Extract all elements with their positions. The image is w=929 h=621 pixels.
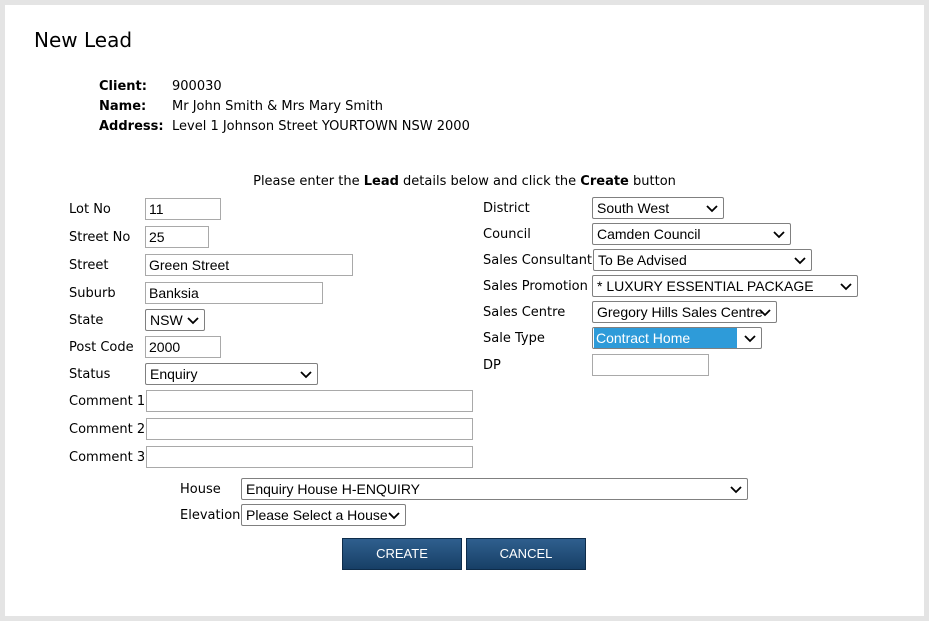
state-label: State (69, 313, 104, 328)
dp-input[interactable] (592, 354, 709, 376)
chevron-down-icon (730, 486, 742, 494)
suburb-input[interactable]: Banksia (145, 282, 323, 304)
sales-consultant-select[interactable]: To Be Advised (593, 249, 812, 271)
chevron-down-icon (744, 335, 756, 343)
suburb-label: Suburb (69, 286, 116, 301)
instructions-text: Please enter the Lead details below and … (253, 174, 676, 189)
chevron-down-icon (759, 309, 771, 317)
street-input[interactable]: Green Street (145, 254, 353, 276)
state-select[interactable]: NSW (145, 309, 205, 331)
sales-consultant-label: Sales Consultant (483, 253, 593, 268)
client-label: Client: (99, 79, 147, 94)
street-no-label: Street No (69, 230, 131, 245)
lot-no-label: Lot No (69, 202, 111, 217)
sales-centre-select[interactable]: Gregory Hills Sales Centre (592, 301, 777, 323)
chevron-down-icon (794, 257, 806, 265)
comment-3-label: Comment 3 (69, 450, 146, 465)
name-label: Name: (99, 99, 147, 114)
district-select[interactable]: South West (592, 197, 724, 219)
status-select[interactable]: Enquiry (145, 363, 318, 385)
street-label: Street (69, 258, 109, 273)
name-value: Mr John Smith & Mrs Mary Smith (172, 99, 384, 114)
sales-promotion-select[interactable]: * LUXURY ESSENTIAL PACKAGE (592, 275, 858, 297)
cancel-button[interactable]: CANCEL (466, 538, 586, 570)
address-value: Level 1 Johnson Street YOURTOWN NSW 2000 (172, 119, 470, 134)
chevron-down-icon (706, 205, 718, 213)
post-code-input[interactable]: 2000 (145, 336, 221, 358)
chevron-down-icon (187, 317, 199, 325)
chevron-down-icon (840, 283, 852, 291)
page-title: New Lead (34, 28, 133, 52)
sale-type-label: Sale Type (483, 331, 545, 346)
chevron-down-icon (300, 371, 312, 379)
comment-3-input[interactable] (146, 446, 473, 468)
comment-1-input[interactable] (146, 390, 473, 412)
dialog-panel (5, 5, 924, 616)
house-select[interactable]: Enquiry House H-ENQUIRY (241, 478, 748, 500)
chevron-down-icon (388, 512, 400, 520)
create-button[interactable]: CREATE (342, 538, 462, 570)
house-label: House (180, 482, 221, 497)
dp-label: DP (483, 358, 501, 373)
sales-centre-label: Sales Centre (483, 305, 566, 320)
client-value: 900030 (172, 79, 222, 94)
lot-no-input[interactable]: 11 (145, 198, 221, 220)
address-label: Address: (99, 119, 164, 134)
sale-type-select[interactable]: Contract Home (592, 327, 762, 349)
district-label: District (483, 201, 530, 216)
council-select[interactable]: Camden Council (592, 223, 791, 245)
chevron-down-icon (773, 231, 785, 239)
street-no-input[interactable]: 25 (145, 226, 209, 248)
sales-promotion-label: Sales Promotion (483, 279, 588, 294)
elevation-select[interactable]: Please Select a House (241, 504, 406, 526)
comment-2-input[interactable] (146, 418, 473, 440)
comment-1-label: Comment 1 (69, 394, 146, 409)
comment-2-label: Comment 2 (69, 422, 146, 437)
council-label: Council (483, 227, 531, 242)
post-code-label: Post Code (69, 340, 134, 355)
elevation-label: Elevation (180, 508, 241, 523)
status-label: Status (69, 367, 111, 382)
